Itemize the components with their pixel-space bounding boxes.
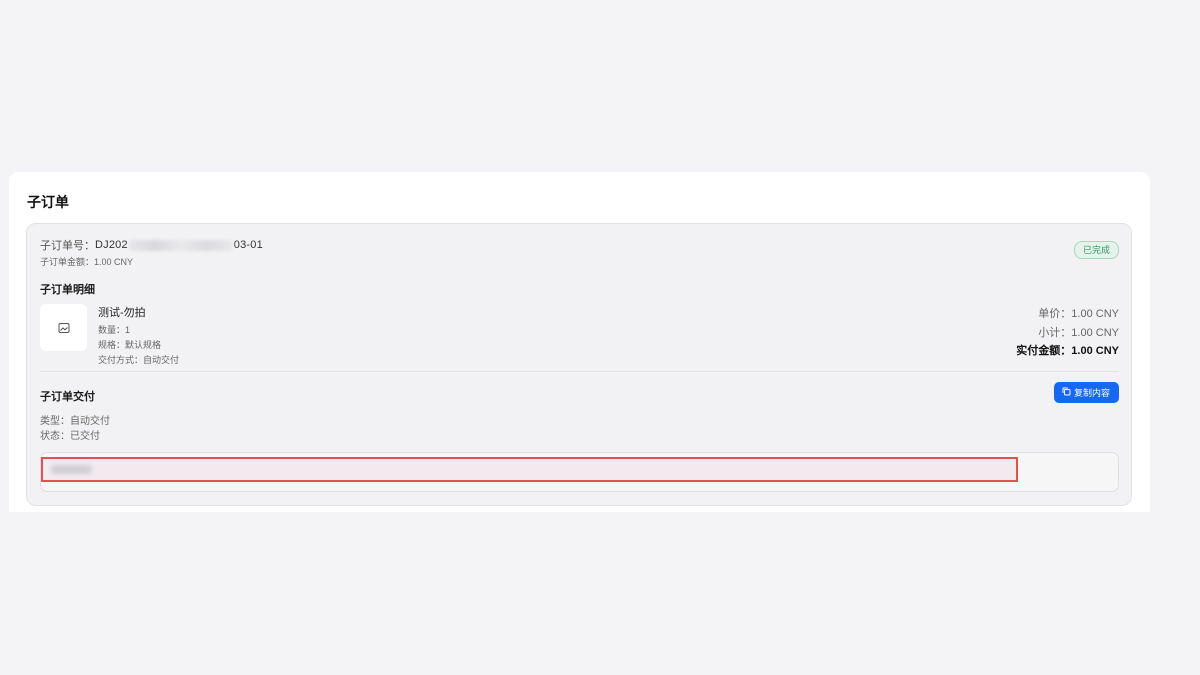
- detail-section-title: 子订单明细: [40, 284, 95, 296]
- suborder-number-prefix: DJ202: [95, 239, 128, 251]
- highlighted-content-area: [41, 457, 1018, 482]
- redacted-order-number: [128, 239, 233, 251]
- panel-title: 子订单: [27, 194, 69, 210]
- delivery-status: 状态：已交付: [40, 431, 100, 442]
- suborder-number-suffix: 03-01: [233, 239, 263, 251]
- delivery-type: 类型：自动交付: [40, 416, 110, 427]
- suborder-number-label: 子订单号：: [40, 240, 95, 252]
- suborder-amount-row: 子订单金额：1.00 CNY: [40, 255, 133, 268]
- suborder-number-row: 子订单号： DJ202 03-01: [40, 237, 263, 253]
- product-quantity: 数量：1: [98, 325, 131, 335]
- section-divider: [40, 371, 1119, 372]
- delivery-meta: 类型：自动交付 状态：已交付: [40, 414, 110, 444]
- copy-content-button[interactable]: 复制内容: [1053, 382, 1119, 403]
- image-icon: [58, 322, 70, 334]
- status-badge: 已完成: [1073, 241, 1119, 259]
- suborder-card: 子订单号： DJ202 03-01 子订单金额：1.00 CNY 已完成 子订单…: [26, 223, 1132, 506]
- price-summary: 单价：1.00 CNY 小计：1.00 CNY 实付金额：1.00 CNY: [1016, 305, 1119, 361]
- suborder-amount-value: 1.00 CNY: [94, 257, 134, 267]
- delivery-section-title: 子订单交付: [40, 391, 95, 403]
- product-delivery-method: 交付方式：自动交付: [98, 355, 180, 365]
- unit-price: 单价：1.00 CNY: [1038, 308, 1119, 320]
- product-thumbnail: [40, 304, 87, 351]
- redacted-delivery-content: [51, 465, 92, 474]
- copy-icon: [1062, 387, 1071, 398]
- paid-amount: 实付金额：1.00 CNY: [1016, 345, 1119, 357]
- delivery-content-box[interactable]: [40, 452, 1119, 492]
- product-info: 测试-勿拍 数量：1 规格：默认规格 交付方式：自动交付: [98, 304, 179, 368]
- suborder-amount-label: 子订单金额：: [40, 257, 95, 267]
- copy-content-label: 复制内容: [1073, 388, 1110, 398]
- product-spec: 规格：默认规格: [98, 340, 162, 350]
- suborder-panel: 子订单 子订单号： DJ202 03-01 子订单金额：1.00 CNY 已完成…: [9, 172, 1150, 512]
- subtotal: 小计：1.00 CNY: [1038, 326, 1119, 339]
- product-name: 测试-勿拍: [98, 307, 146, 319]
